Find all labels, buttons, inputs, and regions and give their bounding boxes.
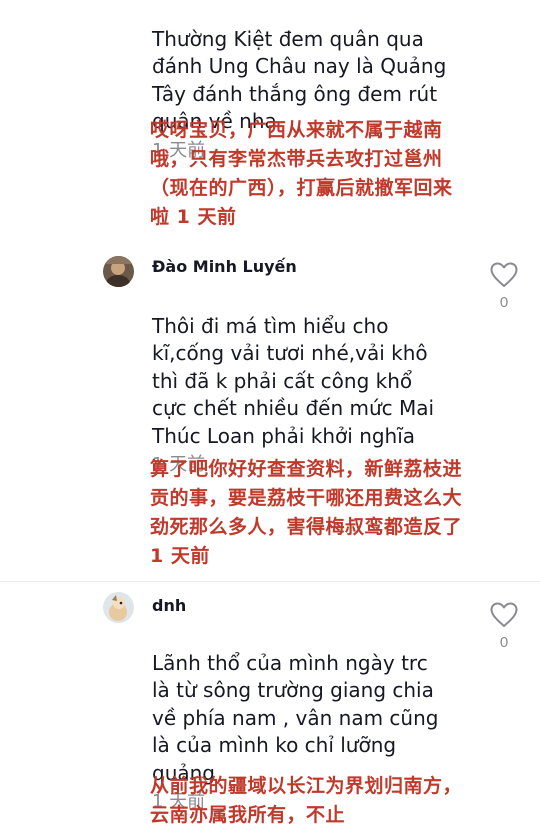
- comment-2: Đào Minh Luyến Thôi đi má tìm hiểu cho k…: [0, 240, 540, 580]
- username[interactable]: Đào Minh Luyến: [152, 257, 297, 276]
- translation-text: 算了吧你好好查查资料，新鲜荔枝进贡的事，要是荔枝干哪还用费这么大劲死那么多人，害…: [150, 455, 470, 571]
- translation-body: 从前我的疆域以长江为界划归南方，云南亦属我所有，不止: [150, 775, 463, 826]
- like-count: 0: [499, 634, 509, 651]
- translation-time: 1 天前: [150, 545, 210, 567]
- like-count: 0: [499, 294, 509, 311]
- translation-body: 算了吧你好好查查资料，新鲜荔枝进贡的事，要是荔枝干哪还用费这么大劲死那么多人，害…: [150, 458, 463, 538]
- comment-text-body: Lãnh thổ của mình ngày trc là từ sông tr…: [152, 650, 439, 785]
- translation-text: 哎呀宝贝，广西从来就不属于越南哦，只有李常杰带兵去攻打过邕州（现在的广西），打赢…: [150, 116, 470, 232]
- like-button[interactable]: 0: [489, 262, 519, 311]
- username[interactable]: dnh: [152, 596, 186, 615]
- avatar[interactable]: [103, 256, 134, 287]
- translation-time: 1 天前: [176, 206, 237, 228]
- comment-1: Thường Kiệt đem quân qua đánh Ung Châu n…: [0, 0, 540, 240]
- comment-text-body: Thôi đi má tìm hiểu cho kĩ,cống vải tươi…: [152, 313, 435, 448]
- avatar[interactable]: [103, 592, 134, 623]
- translation-text: 从前我的疆域以长江为界划归南方，云南亦属我所有，不止: [150, 772, 470, 830]
- heart-icon: [490, 602, 518, 627]
- like-button[interactable]: 0: [489, 602, 519, 651]
- comment-text: Thôi đi má tìm hiểu cho kĩ,cống vải tươi…: [152, 285, 472, 479]
- heart-icon: [490, 262, 518, 287]
- comment-3: dnh Lãnh thổ của mình ngày trc là từ sôn…: [0, 582, 540, 826]
